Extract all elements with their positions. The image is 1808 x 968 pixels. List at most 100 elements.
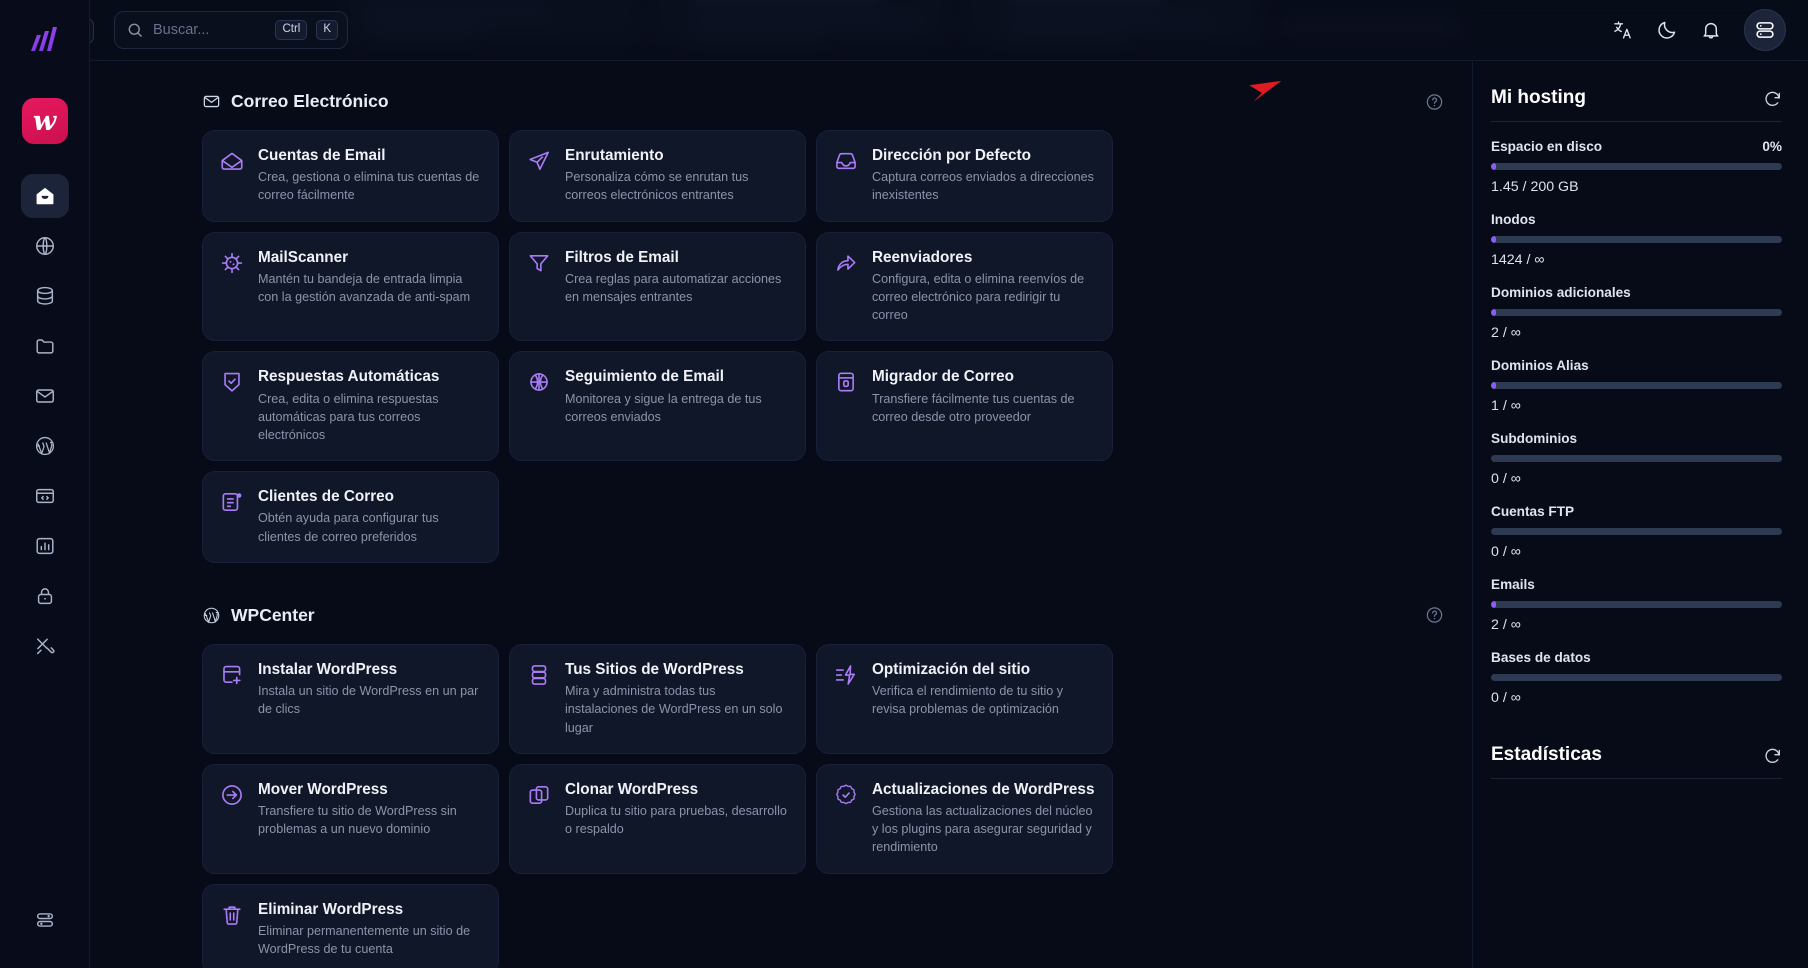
mail-icon xyxy=(35,389,54,403)
card-description: Crea, gestiona o elimina tus cuentas de … xyxy=(258,170,480,203)
company-logo-icon xyxy=(22,18,68,64)
card-description: Eliminar permanentemente un sitio de Wor… xyxy=(258,923,471,957)
wordpress-icon xyxy=(35,436,54,456)
sidebar-item-wordpress[interactable] xyxy=(21,424,69,468)
sidebar-item-advanced[interactable] xyxy=(21,474,69,518)
card-title: Optimización del sitio xyxy=(872,660,1031,678)
card-seguimiento-de-email[interactable]: Seguimiento de Email Monitorea y sigue l… xyxy=(509,351,806,462)
stat-label: Espacio en disco xyxy=(1491,139,1603,154)
card-actualizaciones-de-wordpress[interactable]: Actualizaciones de WordPress Gestiona la… xyxy=(816,763,1113,874)
section-title: Correo Electrónico xyxy=(231,91,389,111)
virus-icon xyxy=(219,250,245,281)
section-header-email: Correo Electrónico xyxy=(202,91,1444,112)
content-area: Correo Electrónico Cuentas de Email Crea… xyxy=(90,61,1808,968)
folder-icon xyxy=(35,339,54,354)
sidebar-collapse-toggle[interactable] xyxy=(90,18,94,44)
shield-check-icon xyxy=(219,369,245,400)
card-reenviadores[interactable]: Reenviadores Configura, edita o elimina … xyxy=(816,231,1113,342)
card-eliminar-wordpress[interactable]: Eliminar WordPress Eliminar permanenteme… xyxy=(202,883,499,968)
card-description: Mantén tu bandeja de entrada limpia con … xyxy=(258,271,471,304)
language-switcher-button[interactable] xyxy=(1612,19,1634,41)
section-help-button-email[interactable] xyxy=(1425,92,1444,111)
card-clonar-wordpress[interactable]: Clonar WordPress Duplica tu sitio para p… xyxy=(509,763,806,874)
hosting-refresh-button[interactable] xyxy=(1763,89,1782,108)
card-title: Mover WordPress xyxy=(258,780,388,798)
sidebar-item-home[interactable] xyxy=(20,174,69,218)
tools-icon xyxy=(36,638,54,655)
move-arrow-icon xyxy=(219,782,245,813)
code-window-icon xyxy=(35,488,54,504)
card-migrador-de-correo[interactable]: Migrador de Correo Transfiere fácilmente… xyxy=(816,351,1113,462)
stat-value: 2 / ∞ xyxy=(1491,325,1521,341)
stat-label: Bases de datos xyxy=(1491,650,1591,665)
stat-value: 1424 / ∞ xyxy=(1491,252,1545,268)
card-title: Actualizaciones de WordPress xyxy=(872,780,1095,798)
top-bar-actions xyxy=(1612,9,1786,51)
theme-toggle-button[interactable] xyxy=(1656,19,1678,41)
card-filtros-de-email[interactable]: Filtros de Email Crea reglas para automa… xyxy=(509,231,806,342)
sidebar-item-tools[interactable] xyxy=(21,624,69,668)
card-mailscanner[interactable]: MailScanner Mantén tu bandeja de entrada… xyxy=(202,231,499,342)
wordpress-icon xyxy=(202,606,221,625)
paper-plane-icon xyxy=(526,148,552,179)
database-icon xyxy=(36,286,53,305)
card-description: Gestiona las actualizaciones del núcleo … xyxy=(872,803,1093,855)
card-respuestas-automaticas[interactable]: Respuestas Automáticas Crea, edita o eli… xyxy=(202,351,499,462)
install-wp-icon xyxy=(219,662,245,693)
section-help-button-wpcenter[interactable] xyxy=(1425,606,1444,625)
sidebar-item-email[interactable] xyxy=(21,374,69,418)
card-description: Transfiere tu sitio de WordPress sin pro… xyxy=(258,803,457,837)
card-description: Obtén ayuda para configurar tus clientes… xyxy=(258,511,439,544)
progress-bar xyxy=(1491,601,1782,608)
card-mover-wordpress[interactable]: Mover WordPress Transfiere tu sitio de W… xyxy=(202,763,499,874)
stat-label: Cuentas FTP xyxy=(1491,504,1575,519)
card-title: Enrutamiento xyxy=(565,147,664,164)
envelope-icon xyxy=(202,92,221,111)
section-title: WPCenter xyxy=(231,604,315,625)
search-input[interactable]: Buscar... Ctrl K xyxy=(114,11,348,49)
card-instalar-wordpress[interactable]: Instalar WordPress Instala un sitio de W… xyxy=(202,643,499,754)
stat-value: 0 / ∞ xyxy=(1491,544,1521,560)
card-tus-sitios-de-wordpress[interactable]: Tus Sitios de WordPress Mira y administr… xyxy=(509,643,806,754)
sidebar-item-domains[interactable] xyxy=(21,224,69,268)
stat-subdominios: Subdominios 0 / ∞ xyxy=(1491,431,1782,487)
card-description: Mira y administra todas tus instalacione… xyxy=(565,684,783,735)
card-description: Configura, edita o elimina reenvíos de c… xyxy=(872,271,1085,323)
sidebar-item-metrics[interactable] xyxy=(21,524,69,568)
sidebar-item-databases[interactable] xyxy=(21,274,69,318)
card-description: Instala un sitio de WordPress en un par … xyxy=(258,684,479,717)
card-title: Tus Sitios de WordPress xyxy=(565,660,744,678)
stat-label: Subdominios xyxy=(1491,431,1578,446)
home-icon xyxy=(36,187,53,205)
brand-tile[interactable]: w xyxy=(21,98,68,144)
section-email: Correo Electrónico Cuentas de Email Crea… xyxy=(90,91,1472,563)
account-avatar[interactable] xyxy=(1744,9,1786,51)
sidebar-item-preferences[interactable] xyxy=(21,898,69,942)
notifications-button[interactable] xyxy=(1700,19,1722,41)
app-root: w Buscar... Ctrl K Correo Electrónico Cu… xyxy=(0,0,1808,968)
card-optimizacion-del-sitio[interactable]: Optimización del sitio Verifica el rendi… xyxy=(816,643,1113,754)
statistics-refresh-button[interactable] xyxy=(1763,746,1782,765)
shortcut-ctrl: Ctrl xyxy=(275,20,308,40)
card-description: Verifica el rendimiento de tu sitio y re… xyxy=(872,684,1064,717)
card-direccion-por-defecto[interactable]: Dirección por Defecto Captura correos en… xyxy=(816,130,1113,222)
bell-icon xyxy=(1703,22,1719,39)
card-title: Eliminar WordPress xyxy=(258,900,404,918)
stat-dominios-alias: Dominios Alias 1 / ∞ xyxy=(1491,358,1782,414)
migrate-box-icon xyxy=(833,369,859,400)
card-cuentas-de-email[interactable]: Cuentas de Email Crea, gestiona o elimin… xyxy=(202,130,499,222)
sidebar-item-files[interactable] xyxy=(21,324,69,368)
card-enrutamiento[interactable]: Enrutamiento Personaliza cómo se enrutan… xyxy=(509,130,806,222)
page-title: Mi hosting xyxy=(1491,87,1586,108)
card-clientes-de-correo[interactable]: Clientes de Correo Obtén ayuda para conf… xyxy=(202,471,499,563)
refresh-icon xyxy=(1765,748,1780,763)
card-description: Crea, edita o elimina respuestas automát… xyxy=(258,391,439,443)
card-title: Reenviadores xyxy=(872,248,973,266)
sidebar-item-security[interactable] xyxy=(21,574,69,618)
card-title: Respuestas Automáticas xyxy=(258,368,440,386)
lock-icon xyxy=(37,588,52,605)
card-description: Personaliza cómo se enrutan tus correos … xyxy=(565,170,749,203)
card-description: Transfiere fácilmente tus cuentas de cor… xyxy=(872,391,1075,424)
stat-bases-de-datos: Bases de datos 0 / ∞ xyxy=(1491,650,1782,706)
